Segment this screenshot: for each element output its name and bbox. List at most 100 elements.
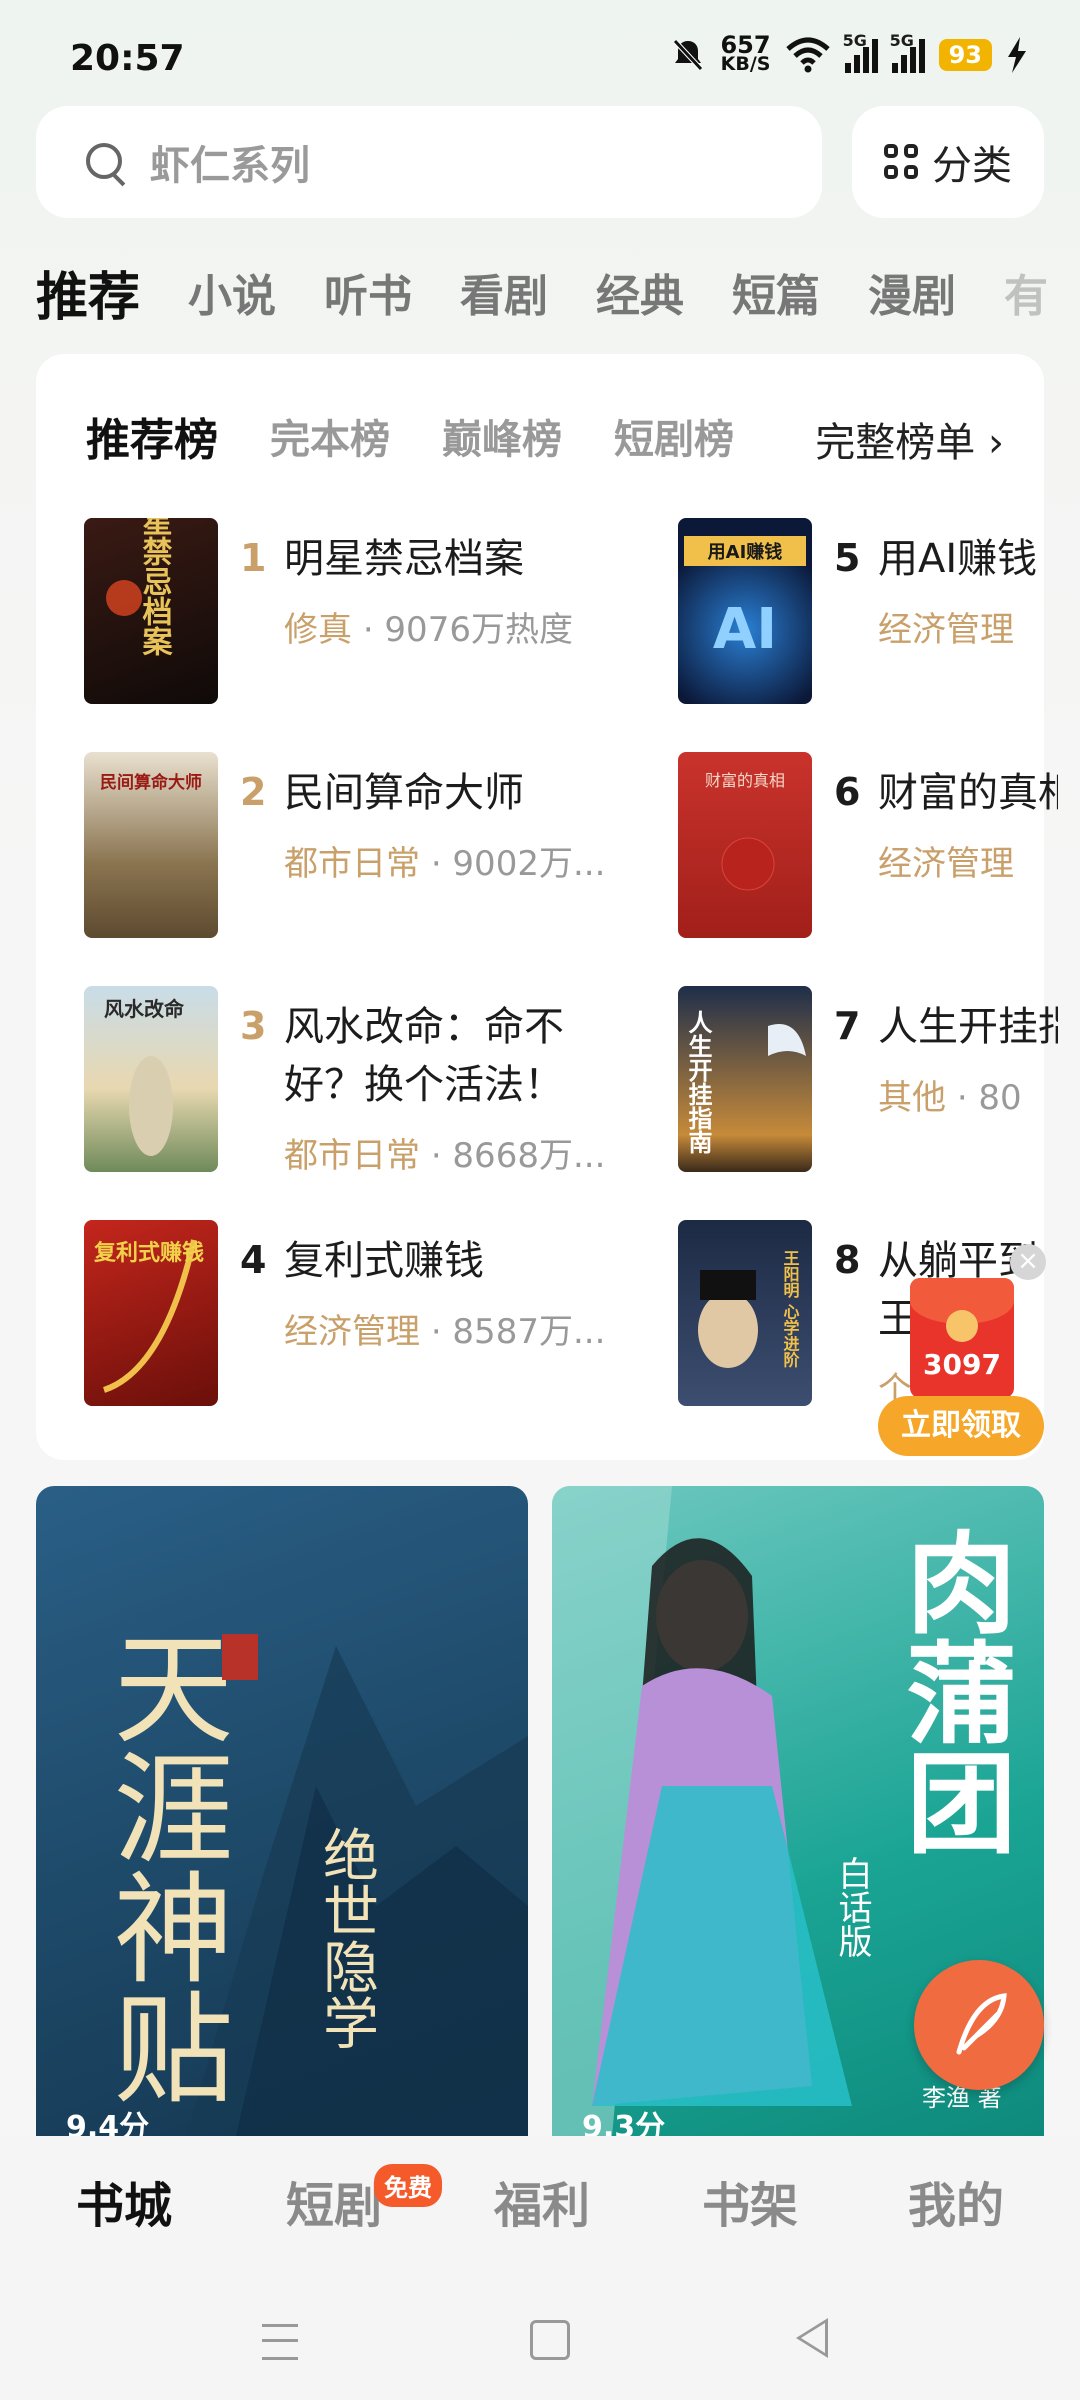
- category-button[interactable]: 分类: [852, 106, 1044, 218]
- rank-number: 8: [834, 1238, 861, 1282]
- book-title[interactable]: 风水改命：命不: [284, 998, 564, 1056]
- ranking-item-2[interactable]: 民间算命大师 2 民间算命大师 都市日常 · 9002万...: [84, 752, 605, 942]
- ranking-item-4[interactable]: 复利式赚钱 4 复利式赚钱 经济管理 · 8587万...: [84, 1220, 605, 1410]
- feather-pen-icon: [956, 1993, 1007, 2055]
- wifi-icon: [785, 37, 830, 73]
- nav-benefits[interactable]: 福利: [494, 2166, 590, 2236]
- book-cover[interactable]: 人生开挂指南: [678, 986, 812, 1172]
- book-category: 其他: [878, 1078, 946, 1118]
- book-cover[interactable]: 用AI赚钱 AI: [678, 518, 812, 704]
- featured-title: 肉蒲团: [888, 1526, 1017, 1856]
- menu-icon[interactable]: [262, 2324, 298, 2360]
- featured-book-1[interactable]: 天涯神贴 绝世隐学 9.4分: [36, 1486, 528, 2136]
- rank-number: 4: [240, 1238, 267, 1282]
- book-meta: 都市日常 · 9002万...: [284, 836, 605, 885]
- network-type-2: 5G: [889, 31, 914, 50]
- book-title[interactable]: 用AI赚钱: [878, 530, 1058, 588]
- tab-comic-drama[interactable]: 漫剧: [868, 260, 956, 324]
- book-cover[interactable]: 财富的真相: [678, 752, 812, 938]
- rank-number: 7: [834, 1004, 861, 1048]
- grid-icon: [884, 144, 920, 180]
- full-ranking-link[interactable]: 完整榜单 ›: [815, 410, 1004, 468]
- red-packet[interactable]: 3097: [910, 1278, 1014, 1398]
- svg-text:AI: AI: [713, 597, 777, 662]
- book-cover[interactable]: 王阳明 心学进阶: [678, 1220, 812, 1406]
- tab-recommend[interactable]: 推荐: [36, 255, 140, 330]
- status-bar: 20:57 657 KB/S 5G 5G 93: [0, 0, 1080, 100]
- back-icon[interactable]: [796, 2318, 828, 2358]
- search-input[interactable]: 虾仁系列: [150, 133, 310, 191]
- nav-short-drama[interactable]: 短剧: [286, 2166, 382, 2236]
- book-cover[interactable]: 明星禁忌档案: [84, 518, 218, 704]
- ranking-tab-recommend[interactable]: 推荐榜: [86, 404, 218, 468]
- tab-drama[interactable]: 看剧: [460, 260, 548, 324]
- nav-bookshelf[interactable]: 书架: [702, 2166, 798, 2236]
- ranking-tab-peak[interactable]: 巅峰榜: [442, 407, 562, 465]
- book-title[interactable]: 民间算命大师: [284, 764, 524, 822]
- system-navigation: [0, 2308, 1080, 2368]
- book-meta: 修真 · 9076万热度: [284, 602, 573, 651]
- nav-bookstore[interactable]: 书城: [76, 2166, 172, 2236]
- book-cover[interactable]: 复利式赚钱: [84, 1220, 218, 1406]
- rank-number: 2: [240, 770, 267, 814]
- book-category: 修真: [284, 610, 352, 650]
- featured-subtitle: 白话版: [832, 1856, 872, 1958]
- tab-short[interactable]: 短篇: [732, 260, 820, 324]
- ranking-item-7[interactable]: 人生开挂指南 7 人生开挂指南 其他 · 80: [678, 986, 1058, 1176]
- book-title-line2[interactable]: 好？换个活法！: [284, 1056, 564, 1114]
- book-title[interactable]: 人生开挂指南: [878, 998, 1058, 1056]
- cover-text: 明星禁忌档案: [137, 518, 173, 656]
- book-cover[interactable]: 民间算命大师: [84, 752, 218, 938]
- rank-number: 6: [834, 770, 861, 814]
- book-cover[interactable]: 风水改命: [84, 986, 218, 1172]
- speed-unit: KB/S: [720, 53, 771, 75]
- ranking-tab-short-drama[interactable]: 短剧榜: [614, 407, 734, 465]
- cover-text: 财富的真相: [705, 771, 785, 790]
- cover-text: 风水改命: [104, 997, 185, 1021]
- book-title[interactable]: 复利式赚钱: [284, 1232, 484, 1290]
- book-heat: · 9002万...: [430, 844, 606, 884]
- claim-button[interactable]: 立即领取: [878, 1396, 1044, 1456]
- network-type-1: 5G: [842, 31, 867, 50]
- coin-icon: [946, 1310, 978, 1342]
- cover-text: 复利式赚钱: [93, 1240, 204, 1266]
- cover-text: 民间算命大师: [100, 772, 202, 793]
- tab-novel[interactable]: 小说: [188, 260, 276, 324]
- free-badge: 免费: [374, 2164, 442, 2207]
- featured-title: 天涯神贴: [93, 1626, 232, 2106]
- book-score: 9.3分: [582, 2110, 666, 2136]
- tab-audiobook[interactable]: 听书: [324, 260, 412, 324]
- book-heat: · 8668万...: [430, 1136, 606, 1176]
- book-category: 经济管理: [284, 1312, 420, 1352]
- bottom-bar: 书城 短剧 免费 福利 书架 我的: [0, 2136, 1080, 2400]
- ranking-item-1[interactable]: 明星禁忌档案 1 明星禁忌档案 修真 · 9076万热度: [84, 518, 604, 708]
- cover-text: 王阳明 心学进阶: [781, 1250, 800, 1369]
- write-fab-button[interactable]: [914, 1960, 1044, 2090]
- book-title[interactable]: 明星禁忌档案: [284, 530, 524, 588]
- ranking-item-3[interactable]: 风水改命 3 风水改命：命不 好？换个活法！ 都市日常 · 8668万...: [84, 986, 606, 1176]
- tab-classic[interactable]: 经典: [596, 260, 684, 324]
- charging-icon: [1008, 37, 1026, 73]
- ranking-card: 推荐榜 完本榜 巅峰榜 短剧榜 完整榜单 › 明星禁忌档案 1 明星禁忌档案 修…: [36, 354, 1058, 1460]
- book-title[interactable]: 财富的真相: [878, 764, 1058, 822]
- bottom-nav: 书城 短剧 免费 福利 书架 我的: [0, 2164, 1080, 2256]
- home-icon[interactable]: [530, 2320, 570, 2360]
- tab-more[interactable]: 有: [1004, 260, 1048, 324]
- book-meta: 经济管理: [878, 602, 1058, 651]
- book-score: 9.4分: [66, 2110, 150, 2136]
- cover-text: 用AI赚钱: [708, 541, 783, 563]
- book-category: 都市日常: [284, 1136, 420, 1176]
- book-meta: 经济管理 · 8587万...: [284, 1304, 605, 1353]
- search-icon: [86, 143, 124, 181]
- ranking-tab-completed[interactable]: 完本榜: [270, 407, 390, 465]
- mute-icon: [673, 39, 704, 71]
- ranking-item-6[interactable]: 财富的真相 6 财富的真相 经济管理: [678, 752, 1058, 942]
- signal-icon-2: 5G: [890, 31, 925, 73]
- search-bar[interactable]: 虾仁系列: [36, 106, 822, 218]
- close-icon[interactable]: ×: [1010, 1244, 1046, 1280]
- ranking-item-5[interactable]: 用AI赚钱 AI 5 用AI赚钱 经济管理: [678, 518, 1037, 708]
- red-packet-amount: 3097: [923, 1348, 1001, 1381]
- book-category: 经济管理: [878, 610, 1014, 650]
- nav-me[interactable]: 我的: [908, 2166, 1004, 2236]
- cover-text: 人生开挂指南: [684, 1010, 712, 1155]
